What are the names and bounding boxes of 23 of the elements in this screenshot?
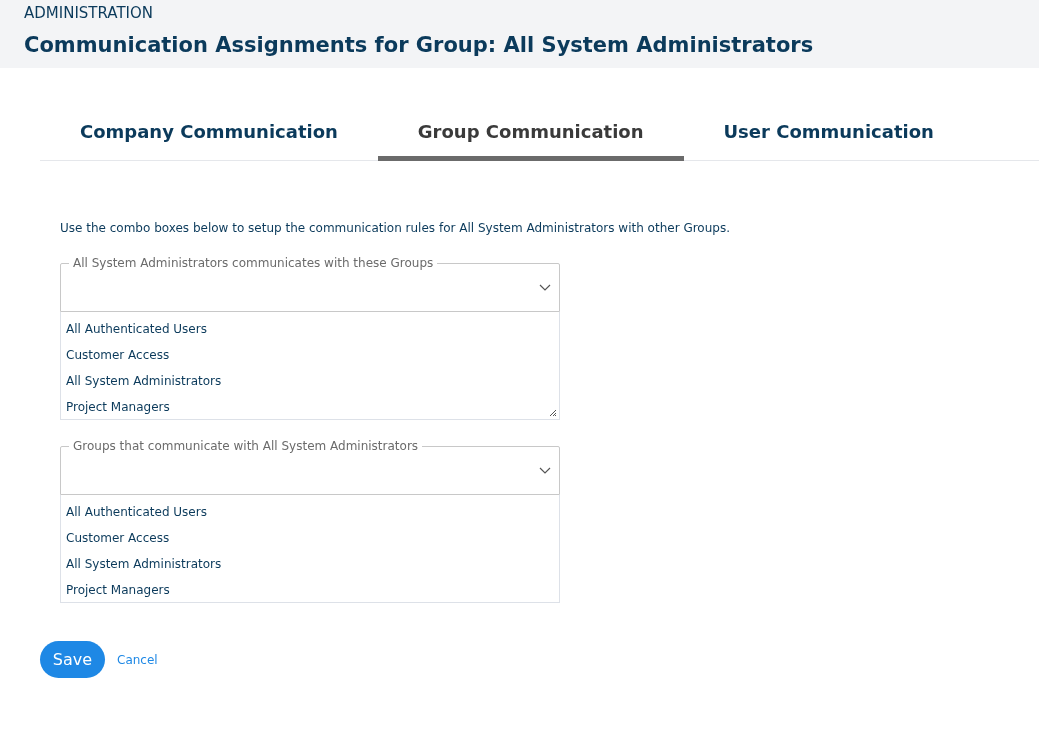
cancel-link[interactable]: Cancel (117, 650, 158, 669)
list-option[interactable]: All System Administrators (61, 551, 559, 577)
combo-box[interactable]: Groups that communicate with All System Administrators (60, 437, 560, 495)
page-title: Communication Assignments for Group: All System Administrators (24, 32, 815, 58)
list-option[interactable]: Customer Access (61, 342, 559, 368)
combo-label: All System Administrators communicates with these Groups (72, 255, 435, 272)
instruction-text: Use the combo boxes below to setup the communication rules for All System Administrators with other Groups. (60, 220, 731, 237)
resize-handle-icon[interactable] (549, 409, 557, 417)
list-option[interactable]: All Authenticated Users (61, 499, 559, 525)
tab[interactable]: Company Communication (40, 106, 378, 161)
list-option[interactable]: All System Administrators (61, 368, 559, 394)
chevron-down-icon (539, 284, 551, 292)
list-option[interactable]: All Authenticated Users (61, 316, 559, 342)
combo-label: Groups that communicate with All System Administrators (72, 438, 420, 455)
tab[interactable]: Group Communication (377, 106, 684, 161)
tab[interactable]: User Communication (683, 106, 974, 161)
chevron-down-icon (539, 467, 551, 475)
list-option[interactable]: Project Managers (61, 577, 559, 603)
list-option[interactable]: Customer Access (61, 525, 559, 551)
section-label: ADMINISTRATION (24, 4, 155, 22)
save-button[interactable]: Save (40, 641, 105, 678)
list-option[interactable]: Project Managers (61, 394, 559, 420)
combo-box[interactable]: All System Administrators communicates with these Groups (60, 254, 560, 312)
